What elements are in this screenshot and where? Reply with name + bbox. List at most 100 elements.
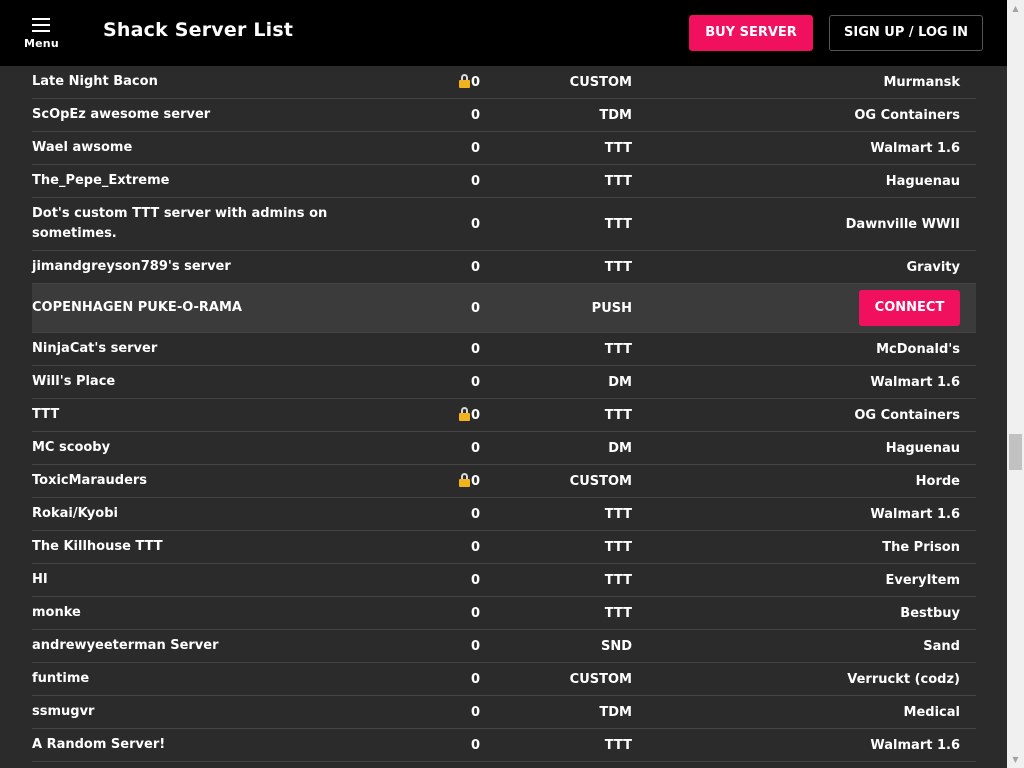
player-count: 0 (470, 605, 480, 621)
server-name: ssmugvr (32, 704, 95, 719)
player-count-cell: 0 (432, 399, 480, 431)
player-count-cell: 0 (432, 597, 480, 629)
server-name: The_Pepe_Extreme (32, 173, 170, 188)
game-mode: CUSTOM (569, 473, 632, 489)
game-mode: PUSH (591, 300, 632, 316)
server-row[interactable]: Wael awsome 0 TTT Walmart 1.6 (32, 132, 976, 165)
server-row[interactable]: Dot's custom TTT server with admins on s… (32, 198, 976, 251)
game-mode: TTT (604, 216, 632, 232)
player-count-cell: 0 (432, 251, 480, 283)
game-mode: TTT (604, 539, 632, 555)
player-count: 0 (470, 539, 480, 555)
connect-button[interactable]: CONNECT (859, 290, 960, 326)
player-count: 0 (470, 341, 480, 357)
sign-up-login-button[interactable]: SIGN UP / LOG IN (829, 15, 983, 51)
map-name: Walmart 1.6 (870, 374, 960, 390)
game-mode: TTT (604, 173, 632, 189)
game-mode: TTT (604, 140, 632, 156)
server-list: Late Night Bacon 0 CUSTOM Murmansk ScOpEz aw… (32, 66, 976, 762)
scroll-thumb[interactable] (1009, 434, 1022, 470)
map-name: McDonald's (876, 341, 960, 357)
server-row[interactable]: COPENHAGEN PUKE-O-RAMA 0 PUSH CONNECT (32, 284, 976, 333)
map-name: OG Containers (854, 107, 960, 123)
player-count: 0 (470, 374, 480, 390)
server-name: Dot's custom TTT server with admins on s… (32, 206, 328, 241)
server-row[interactable]: monke 0 TTT Bestbuy (32, 597, 976, 630)
map-name: Gravity (906, 259, 960, 275)
player-count-cell: 0 (432, 531, 480, 563)
server-name: The Killhouse TTT (32, 539, 163, 554)
player-count: 0 (470, 737, 480, 753)
server-name: ToxicMarauders (32, 473, 148, 488)
player-count-cell: 0 (432, 663, 480, 695)
server-row[interactable]: The Killhouse TTT 0 TTT The Prison (32, 531, 976, 564)
server-row[interactable]: MC scooby 0 DM Haguenau (32, 432, 976, 465)
server-row[interactable]: ToxicMarauders 0 CUSTOM Horde (32, 465, 976, 498)
game-mode: SND (600, 638, 632, 654)
player-count: 0 (470, 107, 480, 123)
player-count: 0 (470, 259, 480, 275)
server-row[interactable]: andrewyeeterman Server 0 SND Sand (32, 630, 976, 663)
player-count: 0 (470, 407, 480, 423)
map-name: OG Containers (854, 407, 960, 423)
server-name: Rokai/Kyobi (32, 506, 118, 521)
player-count-cell: 0 (432, 630, 480, 662)
server-row[interactable]: Rokai/Kyobi 0 TTT Walmart 1.6 (32, 498, 976, 531)
game-mode: CUSTOM (569, 74, 632, 90)
scroll-down-arrow-icon[interactable]: ▼ (1007, 751, 1024, 768)
lock-icon (458, 407, 470, 421)
server-row[interactable]: Will's Place 0 DM Walmart 1.6 (32, 366, 976, 399)
player-count-cell: 0 (432, 284, 480, 332)
game-mode: CUSTOM (569, 671, 632, 687)
menu-button[interactable]: Menu (22, 14, 62, 54)
server-row[interactable]: A Random Server! 0 TTT Walmart 1.6 (32, 729, 976, 762)
player-count-cell: 0 (432, 729, 480, 761)
game-mode: TDM (599, 107, 632, 123)
scroll-up-arrow-icon[interactable]: ▲ (1007, 0, 1024, 17)
server-row[interactable]: TTT 0 TTT OG Containers (32, 399, 976, 432)
player-count-cell: 0 (432, 198, 480, 250)
game-mode: TTT (604, 737, 632, 753)
server-name: HI (32, 572, 48, 587)
game-mode: TDM (599, 704, 632, 720)
server-row[interactable]: HI 0 TTT EveryItem (32, 564, 976, 597)
player-count: 0 (470, 216, 480, 232)
map-name: Dawnville WWII (845, 216, 960, 232)
player-count-cell: 0 (432, 366, 480, 398)
game-mode: DM (608, 440, 632, 456)
player-count-cell: 0 (432, 432, 480, 464)
hamburger-icon (32, 18, 50, 32)
server-name: COPENHAGEN PUKE-O-RAMA (32, 300, 242, 315)
player-count: 0 (470, 572, 480, 588)
server-name: Wael awsome (32, 140, 133, 155)
player-count: 0 (470, 173, 480, 189)
player-count: 0 (470, 638, 480, 654)
map-name: Walmart 1.6 (870, 506, 960, 522)
server-row[interactable]: funtime 0 CUSTOM Verruckt (codz) (32, 663, 976, 696)
player-count-cell: 0 (432, 564, 480, 596)
server-name: andrewyeeterman Server (32, 638, 219, 653)
site-title[interactable]: Shack Server List (103, 19, 293, 41)
server-row[interactable]: ssmugvr 0 TDM Medical (32, 696, 976, 729)
server-row[interactable]: NinjaCat's server 0 TTT McDonald's (32, 333, 976, 366)
map-name: EveryItem (885, 572, 960, 588)
player-count-cell: 0 (432, 66, 480, 98)
lock-icon (458, 473, 470, 487)
server-name: NinjaCat's server (32, 341, 158, 356)
server-row[interactable]: The_Pepe_Extreme 0 TTT Haguenau (32, 165, 976, 198)
player-count-cell: 0 (432, 165, 480, 197)
server-row[interactable]: ScOpEz awesome server 0 TDM OG Containers (32, 99, 976, 132)
map-name: The Prison (882, 539, 960, 555)
map-name: Walmart 1.6 (870, 737, 960, 753)
buy-server-button[interactable]: BUY SERVER (689, 15, 813, 51)
server-name: A Random Server! (32, 737, 166, 752)
server-row[interactable]: jimandgreyson789's server 0 TTT Gravity (32, 251, 976, 284)
server-row[interactable]: Late Night Bacon 0 CUSTOM Murmansk (32, 66, 976, 99)
player-count: 0 (470, 300, 480, 316)
game-mode: TTT (604, 605, 632, 621)
server-name: funtime (32, 671, 90, 686)
player-count: 0 (470, 671, 480, 687)
game-mode: TTT (604, 259, 632, 275)
page-scrollbar[interactable]: ▲ ▼ (1007, 0, 1024, 768)
player-count-cell: 0 (432, 465, 480, 497)
